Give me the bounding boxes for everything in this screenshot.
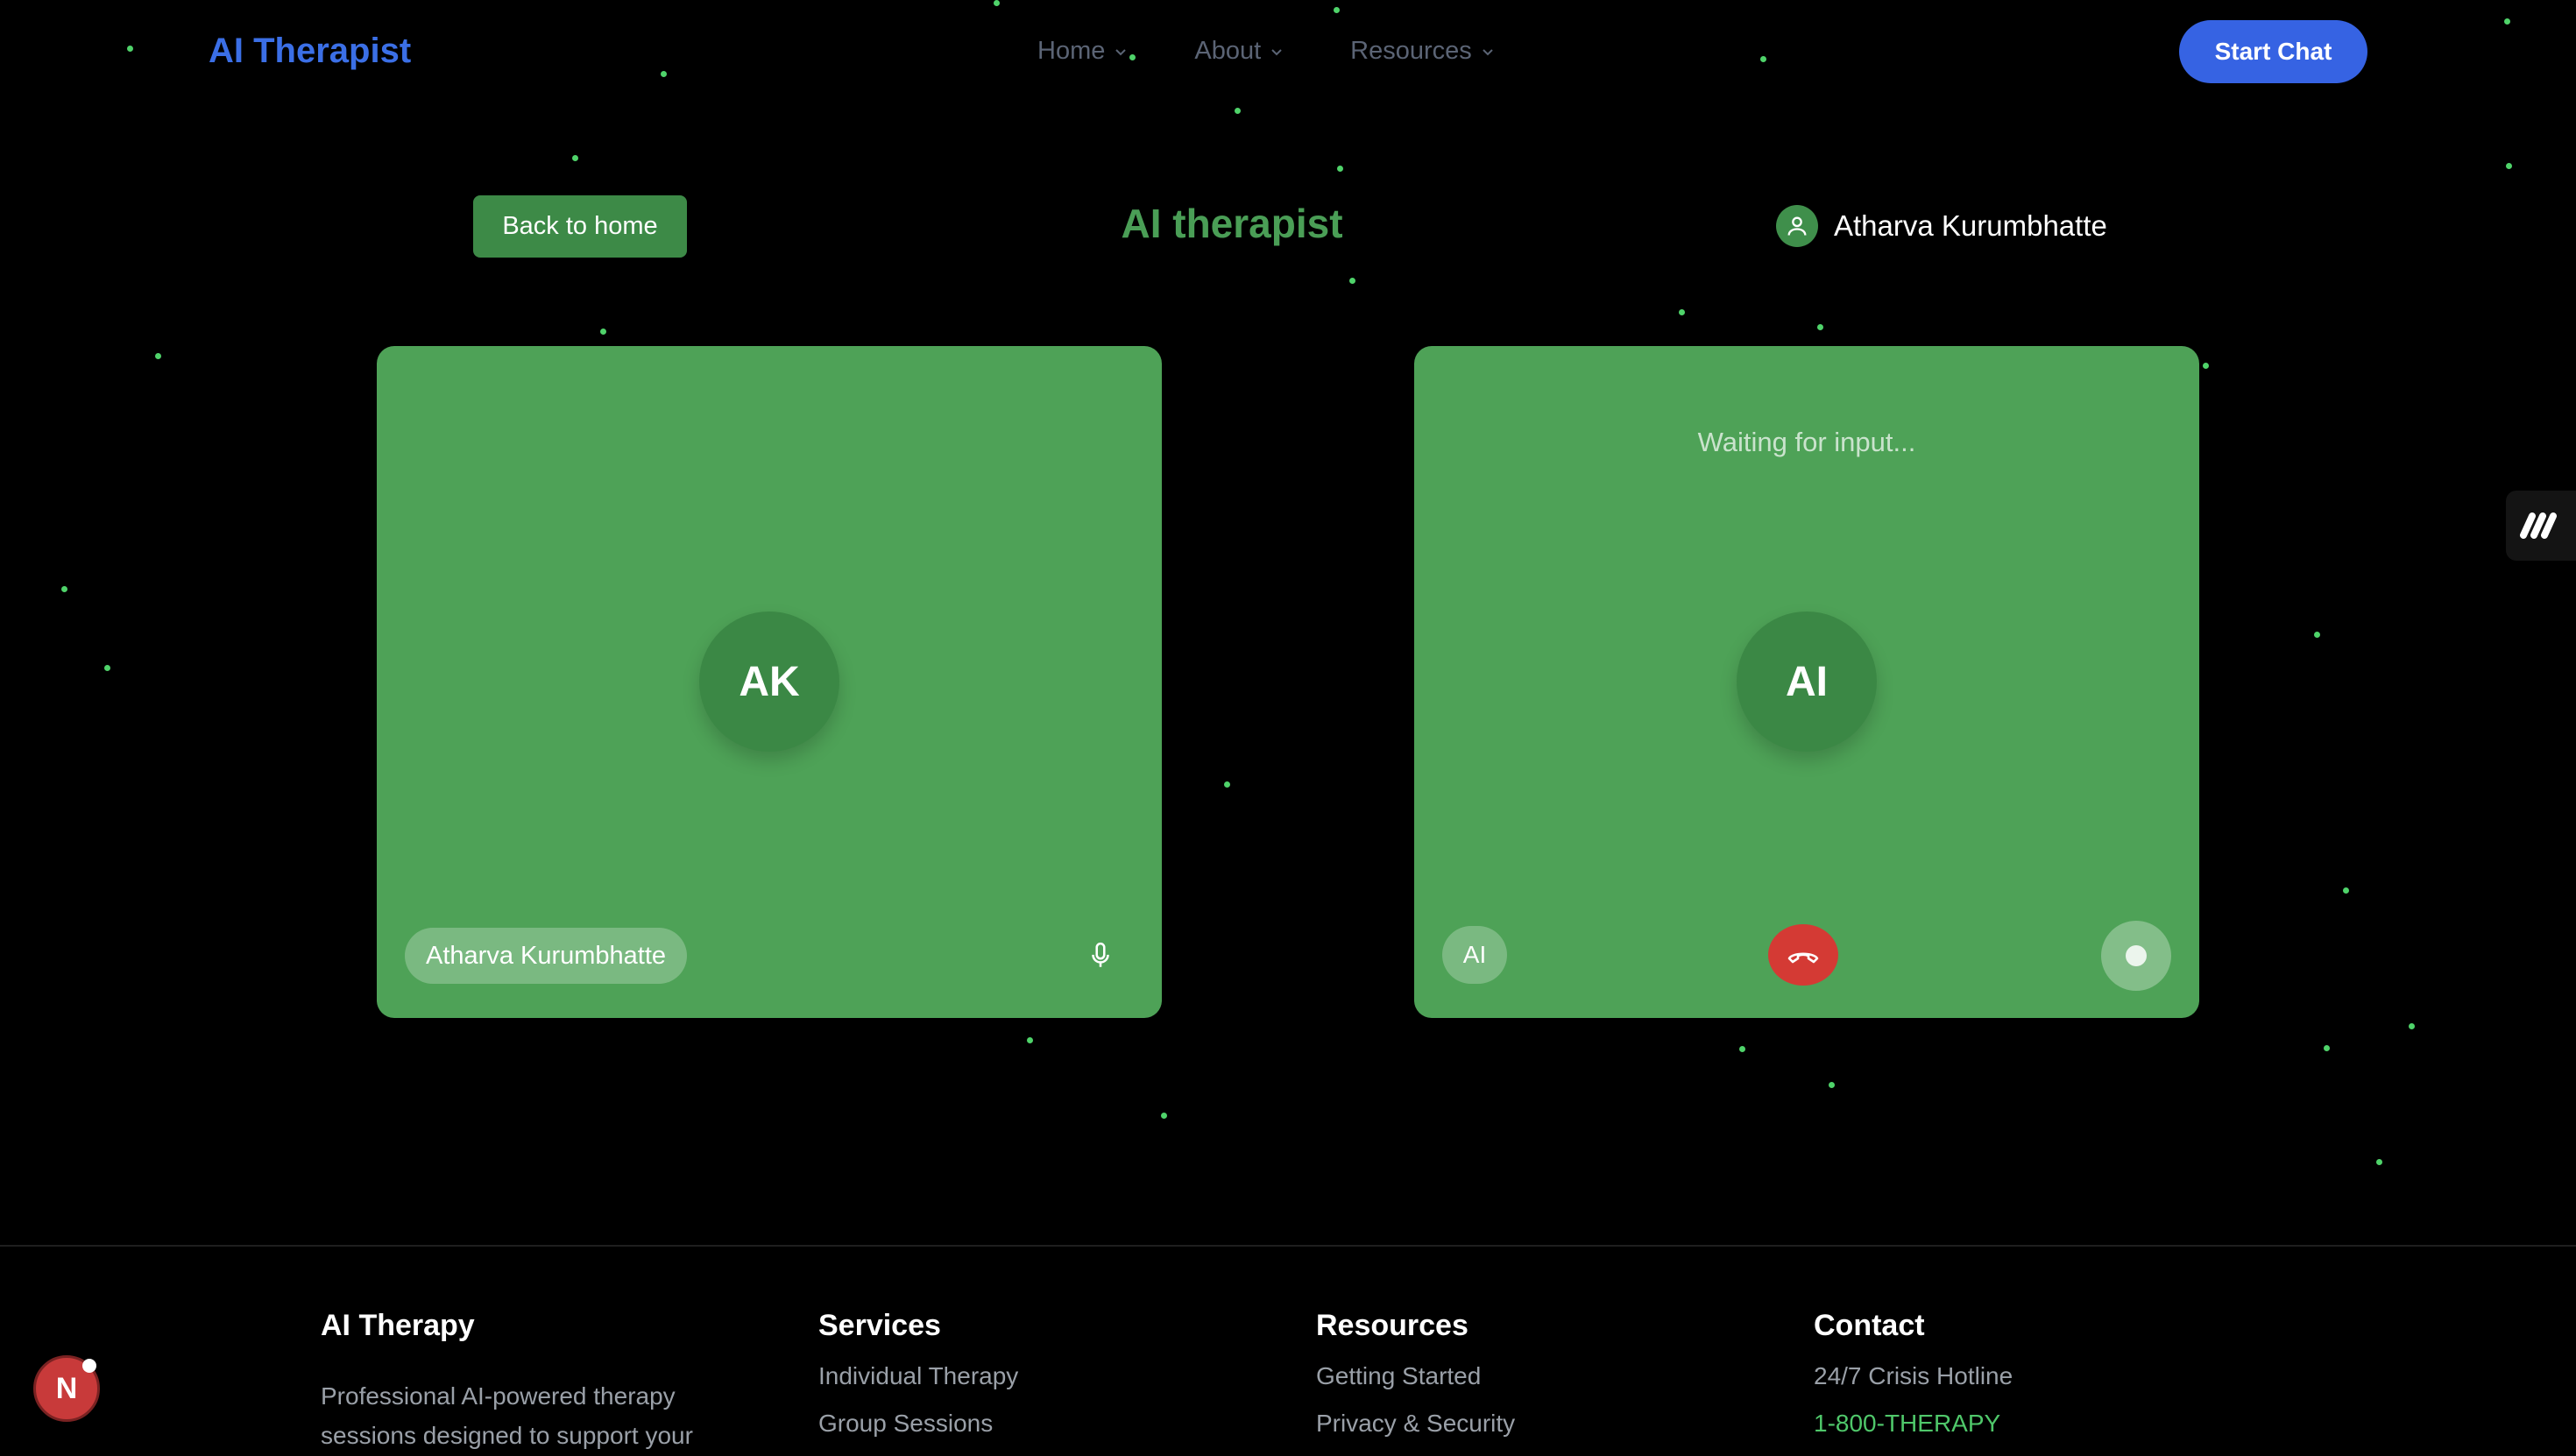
participant-name-label: Atharva Kurumbhatte: [405, 928, 688, 984]
user-video-panel: AK Atharva Kurumbhatte: [377, 346, 1162, 1018]
star: [1739, 1046, 1745, 1052]
footer-link[interactable]: Individual Therapy: [818, 1362, 1018, 1390]
phone-hangup-icon: [1787, 952, 1819, 964]
start-chat-button[interactable]: Start Chat: [2179, 20, 2367, 83]
star: [2376, 1159, 2382, 1165]
nav-item-resources[interactable]: Resources: [1350, 37, 1495, 66]
footer-resources-column: Resources Getting Started Privacy & Secu…: [1316, 1309, 1515, 1438]
star: [2324, 1045, 2330, 1051]
star: [2504, 18, 2510, 25]
star: [2506, 163, 2512, 169]
footer-brand-column: AI Therapy Professional AI-powered thera…: [321, 1309, 776, 1455]
chevron-down-icon: [1483, 48, 1493, 55]
status-text: Waiting for input...: [1697, 427, 1916, 457]
crisis-hotline-label: 24/7 Crisis Hotline: [1814, 1362, 2013, 1389]
footer-services-heading: Services: [818, 1309, 941, 1342]
record-dot-icon: [2126, 945, 2147, 966]
nav-item-label: Home: [1037, 37, 1106, 65]
nav-item-about[interactable]: About: [1194, 37, 1284, 66]
nav-item-label: About: [1194, 37, 1262, 65]
footer-link[interactable]: Group Sessions: [818, 1410, 1018, 1438]
star: [572, 155, 578, 161]
user-avatar: AK: [699, 611, 839, 752]
star: [600, 329, 606, 335]
star: [127, 46, 133, 52]
star: [1760, 56, 1766, 62]
star: [155, 353, 161, 359]
footer-resources-heading: Resources: [1316, 1309, 1468, 1342]
extension-tab[interactable]: [2506, 491, 2576, 561]
user-icon: [1776, 205, 1818, 247]
star: [1334, 7, 1340, 13]
star: [61, 586, 67, 592]
nav-item-home[interactable]: Home: [1037, 37, 1128, 66]
chevron-down-icon: [1115, 48, 1127, 55]
star: [1337, 166, 1343, 172]
footer-divider: [0, 1245, 2576, 1247]
extension-logo-icon: [2520, 512, 2557, 539]
record-button[interactable]: [2101, 921, 2171, 991]
user-profile[interactable]: Atharva Kurumbhatte: [1776, 205, 2107, 247]
star: [2314, 632, 2320, 638]
page-title: AI therapist: [1121, 201, 1343, 246]
ai-label-badge: AI: [1442, 926, 1507, 984]
star: [1027, 1037, 1033, 1043]
star: [1349, 278, 1355, 284]
ai-avatar: AI: [1737, 611, 1877, 752]
star: [1829, 1082, 1835, 1088]
star: [104, 665, 110, 671]
star: [1235, 108, 1241, 114]
star: [661, 71, 667, 77]
star: [1679, 309, 1685, 315]
footer-link[interactable]: Getting Started: [1316, 1362, 1515, 1390]
star: [1817, 324, 1823, 330]
star: [994, 0, 1000, 6]
footer-services-column: Services Individual Therapy Group Sessio…: [818, 1309, 1018, 1438]
brand-logo[interactable]: AI Therapist: [209, 32, 411, 71]
back-to-home-button[interactable]: Back to home: [473, 195, 687, 258]
star: [2343, 887, 2349, 894]
nav-item-label: Resources: [1350, 37, 1472, 65]
notification-dot: [82, 1359, 96, 1373]
star: [2409, 1023, 2415, 1029]
footer-brand-title: AI Therapy: [321, 1309, 475, 1342]
end-call-button[interactable]: [1768, 924, 1838, 986]
footer-brand-description: Professional AI-powered therapy sessions…: [321, 1382, 693, 1449]
footer-contact-heading: Contact: [1814, 1309, 1925, 1342]
star: [2203, 363, 2209, 369]
chevron-down-icon: [1271, 48, 1282, 55]
microphone-icon[interactable]: [1083, 938, 1118, 973]
user-name: Atharva Kurumbhatte: [1834, 209, 2107, 242]
ai-video-panel: Waiting for input... AI AI: [1414, 346, 2199, 1018]
star: [1224, 781, 1230, 788]
footer-link[interactable]: Privacy & Security: [1316, 1410, 1515, 1438]
footer-contact-column: Contact 24/7 Crisis Hotline 1-800-THERAP…: [1814, 1309, 2013, 1438]
main-nav: Home About Resources: [1037, 37, 1561, 66]
crisis-hotline-number[interactable]: 1-800-THERAPY: [1814, 1410, 2013, 1438]
star: [1161, 1113, 1167, 1119]
